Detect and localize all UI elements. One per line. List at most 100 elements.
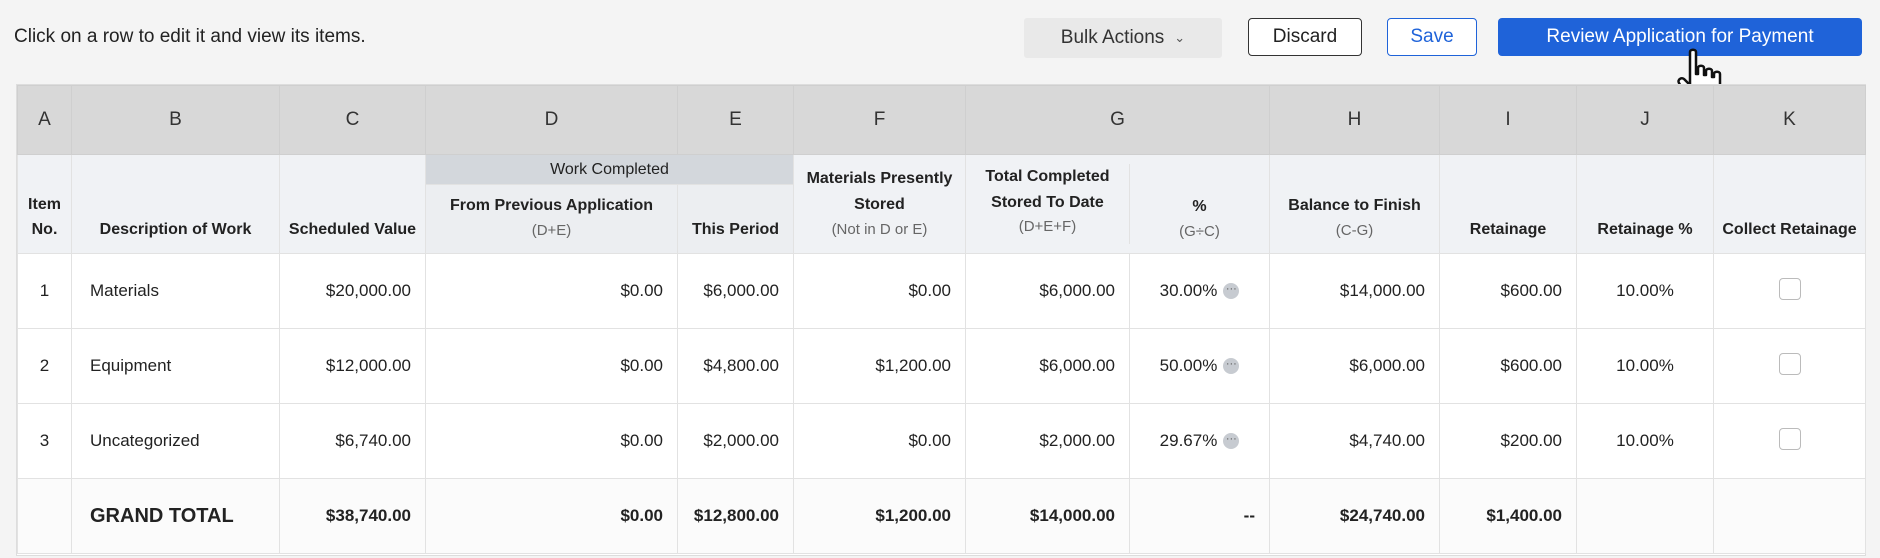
cell-retainage-percent: 10.00% — [1576, 328, 1714, 404]
total-completed: $14,000.00 — [965, 478, 1130, 554]
cell-retainage-percent: 10.00% — [1576, 403, 1714, 479]
cell-total-completed: $2,000.00 — [965, 403, 1130, 479]
column-letter: J — [1576, 85, 1714, 155]
cell-empty — [17, 478, 72, 554]
cell-percent: 29.67% ··· — [1129, 403, 1270, 479]
collect-retainage-checkbox[interactable] — [1778, 352, 1801, 375]
cell-balance: $14,000.00 — [1269, 253, 1440, 329]
cell-description: Uncategorized — [71, 403, 280, 479]
cell-retainage: $200.00 — [1439, 403, 1577, 479]
bulk-actions-dropdown[interactable]: Bulk Actions ⌄ — [1024, 18, 1222, 58]
total-materials-stored: $1,200.00 — [793, 478, 966, 554]
column-letter: E — [677, 85, 794, 155]
header-total-completed-sub: (D+E+F) — [1018, 218, 1077, 236]
column-letter: G — [965, 85, 1270, 155]
column-letter: B — [71, 85, 280, 155]
cell-this-period: $2,000.00 — [677, 403, 794, 479]
column-letter: I — [1439, 85, 1577, 155]
cell-this-period: $4,800.00 — [677, 328, 794, 404]
cell-retainage-percent: 10.00% — [1576, 253, 1714, 329]
cell-collect-retainage — [1713, 403, 1866, 479]
table-row[interactable]: 1 Materials $20,000.00 $0.00 $6,000.00 $… — [17, 253, 1866, 329]
percent-value: 29.67% — [1159, 431, 1218, 450]
cell-empty — [1576, 478, 1714, 554]
header-scheduled-value: Scheduled Value — [279, 154, 426, 254]
cell-from-previous: $0.00 — [425, 403, 678, 479]
discard-button[interactable]: Discard — [1248, 18, 1362, 56]
header-from-previous: From Previous Application (D+E) — [425, 184, 678, 254]
total-this-period: $12,800.00 — [677, 478, 794, 554]
cell-total-completed: $6,000.00 — [965, 253, 1130, 329]
cell-empty — [1713, 478, 1866, 554]
header-materials-sub: (Not in D or E) — [831, 220, 928, 238]
collect-retainage-checkbox[interactable] — [1778, 277, 1801, 300]
header-balance: Balance to Finish (C-G) — [1269, 154, 1440, 254]
instructions-text: Click on a row to edit it and view its i… — [14, 26, 366, 47]
ellipsis-icon[interactable]: ··· — [1223, 433, 1240, 449]
column-header-row: Item No. Description of Work Scheduled V… — [17, 154, 1866, 254]
total-retainage: $1,400.00 — [1439, 478, 1577, 554]
schedule-of-values-table: A B C D E F G H I J K Item No. Descripti… — [16, 84, 1866, 556]
column-letter: F — [793, 85, 966, 155]
total-percent: -- — [1129, 478, 1270, 554]
grand-total-row: GRAND TOTAL $38,740.00 $0.00 $12,800.00 … — [17, 478, 1866, 554]
cell-balance: $4,740.00 — [1269, 403, 1440, 479]
header-description: Description of Work — [71, 154, 280, 254]
header-balance-sub: (C-G) — [1335, 222, 1374, 239]
cell-from-previous: $0.00 — [425, 328, 678, 404]
header-from-previous-sub: (D+E) — [531, 222, 572, 239]
header-this-period: This Period — [677, 184, 794, 254]
column-letter-row: A B C D E F G H I J K — [17, 85, 1866, 155]
header-from-previous-label: From Previous Application — [450, 197, 653, 215]
header-item-no: Item No. — [17, 154, 72, 254]
chevron-down-icon: ⌄ — [1174, 30, 1186, 45]
percent-value: 30.00% — [1159, 281, 1218, 300]
header-materials-label: Materials Presently Stored — [806, 170, 953, 213]
cell-description: Materials — [71, 253, 280, 329]
cell-collect-retainage — [1713, 253, 1866, 329]
table-row[interactable]: 3 Uncategorized $6,740.00 $0.00 $2,000.0… — [17, 403, 1866, 479]
collect-retainage-checkbox[interactable] — [1778, 427, 1801, 450]
ellipsis-icon[interactable]: ··· — [1223, 358, 1240, 374]
total-from-previous: $0.00 — [425, 478, 678, 554]
total-balance: $24,740.00 — [1269, 478, 1440, 554]
cell-scheduled: $20,000.00 — [279, 253, 426, 329]
cell-scheduled: $6,740.00 — [279, 403, 426, 479]
percent-value: 50.00% — [1159, 356, 1218, 375]
column-letter: C — [279, 85, 426, 155]
cell-materials-stored: $1,200.00 — [793, 328, 966, 404]
cell-retainage: $600.00 — [1439, 328, 1577, 404]
cell-item-no: 3 — [17, 403, 72, 479]
header-work-completed: Work Completed — [425, 154, 794, 185]
column-letter: H — [1269, 85, 1440, 155]
header-retainage: Retainage — [1439, 154, 1577, 254]
cell-item-no: 2 — [17, 328, 72, 404]
column-letter: A — [17, 85, 72, 155]
cell-retainage: $600.00 — [1439, 253, 1577, 329]
header-balance-label: Balance to Finish — [1288, 197, 1421, 215]
grand-total-label: GRAND TOTAL — [71, 478, 280, 554]
cell-balance: $6,000.00 — [1269, 328, 1440, 404]
header-retainage-percent: Retainage % — [1576, 154, 1714, 254]
header-percent-label: % — [1192, 198, 1207, 216]
toolbar: Click on a row to edit it and view its i… — [0, 0, 1880, 106]
cell-this-period: $6,000.00 — [677, 253, 794, 329]
total-scheduled: $38,740.00 — [279, 478, 426, 554]
column-letter: D — [425, 85, 678, 155]
header-total-completed: Total Completed Stored To Date (D+E+F) %… — [965, 154, 1270, 254]
header-collect-retainage: Collect Retainage — [1713, 154, 1866, 254]
cell-percent: 30.00% ··· — [1129, 253, 1270, 329]
header-materials-stored: Materials Presently Stored (Not in D or … — [793, 154, 966, 254]
header-percent-sub: (G÷C) — [1179, 222, 1220, 240]
ellipsis-icon[interactable]: ··· — [1223, 283, 1240, 299]
cell-materials-stored: $0.00 — [793, 403, 966, 479]
save-button[interactable]: Save — [1387, 18, 1477, 56]
cell-percent: 50.00% ··· — [1129, 328, 1270, 404]
cell-collect-retainage — [1713, 328, 1866, 404]
cell-description: Equipment — [71, 328, 280, 404]
cell-materials-stored: $0.00 — [793, 253, 966, 329]
bulk-actions-label: Bulk Actions — [1060, 27, 1165, 48]
cell-scheduled: $12,000.00 — [279, 328, 426, 404]
column-letter: K — [1713, 85, 1866, 155]
table-row[interactable]: 2 Equipment $12,000.00 $0.00 $4,800.00 $… — [17, 328, 1866, 404]
